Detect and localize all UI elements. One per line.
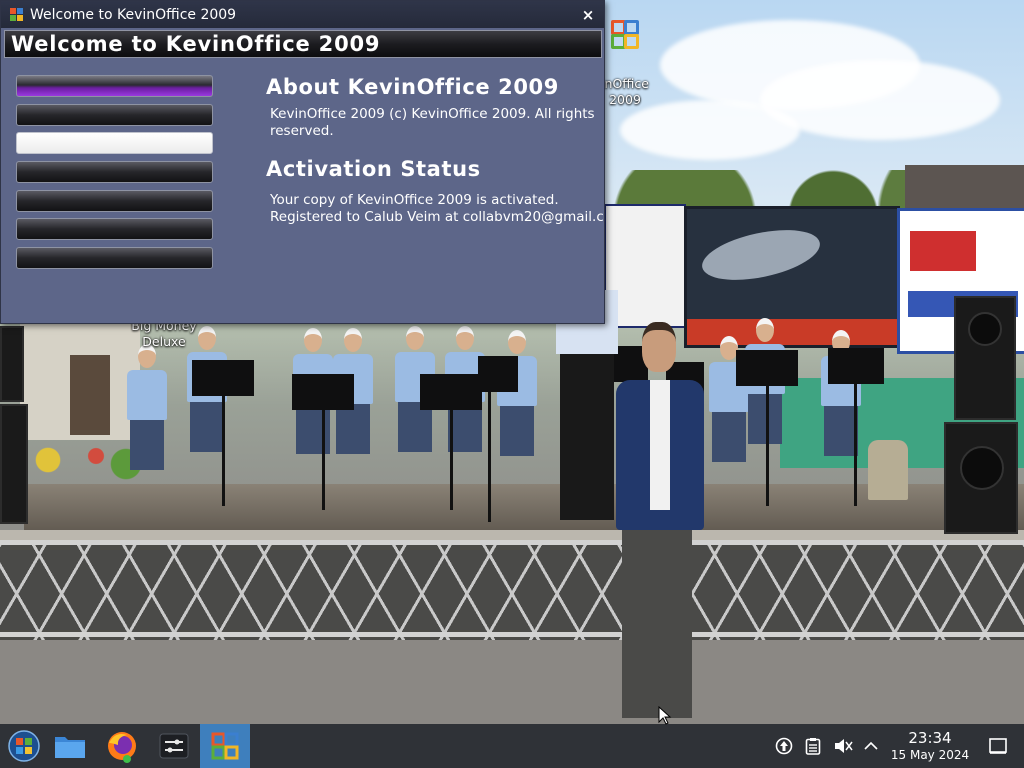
- music-stand: [192, 360, 254, 396]
- taskbar-firefox[interactable]: [98, 724, 146, 768]
- musician: [494, 330, 540, 456]
- nav-button-5[interactable]: [16, 190, 213, 212]
- close-button[interactable]: ×: [576, 6, 600, 24]
- billboard: [684, 206, 900, 348]
- music-stand: [420, 374, 482, 410]
- music-stand: [828, 348, 884, 384]
- tray-clipboard[interactable]: [802, 724, 824, 768]
- music-stand-pole: [854, 384, 857, 506]
- music-stand-pole: [222, 396, 225, 506]
- music-stand-pole: [766, 386, 769, 506]
- firefox-icon: [108, 732, 136, 763]
- nav-button-2[interactable]: [16, 104, 213, 126]
- music-stand: [292, 374, 354, 410]
- music-stand-pole: [488, 392, 491, 522]
- volume-muted-icon: [835, 739, 853, 753]
- activation-heading: Activation Status: [266, 157, 481, 181]
- truss-bar: [0, 632, 1024, 637]
- start-orb-icon: [8, 730, 40, 762]
- taskbar-kevinoffice[interactable]: [200, 724, 250, 768]
- nav-button-7[interactable]: [16, 247, 213, 269]
- nav-button-4[interactable]: [16, 161, 213, 183]
- chevron-up-icon: [864, 741, 878, 750]
- standing-man: [556, 290, 618, 520]
- stage-truss: [0, 540, 1024, 640]
- nav-button-1[interactable]: [16, 75, 213, 97]
- registration-text: Registered to Calub Veim at collabvm20@g…: [270, 209, 603, 225]
- truss-bar: [0, 540, 1024, 545]
- taskbar-file-manager[interactable]: [46, 724, 94, 768]
- welcome-banner: Welcome to KevinOffice 2009: [4, 30, 602, 58]
- show-desktop-icon: [989, 738, 1007, 754]
- seated-man: [868, 440, 908, 500]
- folder-icon: [55, 737, 85, 758]
- activation-status-text: Your copy of KevinOffice 2009 is activat…: [270, 192, 559, 208]
- window-titlebar[interactable]: Welcome to KevinOffice 2009 ×: [1, 1, 604, 28]
- about-text-line2: reserved.: [270, 123, 334, 139]
- music-stand-pole: [322, 410, 325, 510]
- house-roof: [905, 165, 1024, 210]
- update-icon: [775, 737, 793, 755]
- office-icon: [10, 7, 24, 22]
- tray-expand[interactable]: [860, 724, 882, 768]
- speaker: [0, 404, 28, 524]
- window-title: Welcome to KevinOffice 2009: [30, 6, 237, 23]
- clock-time: 23:34: [908, 729, 952, 747]
- about-heading: About KevinOffice 2009: [266, 75, 559, 99]
- cloud: [620, 100, 800, 160]
- show-desktop-button[interactable]: [984, 724, 1012, 768]
- taskbar-settings[interactable]: [150, 724, 198, 768]
- tray-updates[interactable]: [772, 724, 796, 768]
- taskbar-clock[interactable]: 23:34 15 May 2024: [884, 724, 976, 768]
- speaker: [0, 326, 24, 402]
- clock-date: 15 May 2024: [890, 748, 970, 762]
- welcome-dialog: Welcome to KevinOffice 2009 × Welcome to…: [0, 0, 605, 324]
- music-stand: [736, 350, 798, 386]
- start-button[interactable]: [0, 724, 48, 768]
- musician: [124, 344, 170, 470]
- singer: [612, 322, 708, 724]
- music-stand-pole: [450, 410, 453, 510]
- building: [20, 320, 140, 440]
- office-icon: [607, 18, 643, 54]
- stage-edge: [0, 530, 1024, 540]
- nav-button-6[interactable]: [16, 218, 213, 240]
- speaker: [944, 422, 1018, 534]
- taskbar: [0, 724, 1024, 768]
- clipboard-icon: [805, 738, 821, 755]
- mouse-cursor-icon: [658, 706, 672, 725]
- about-text-line1: KevinOffice 2009 (c) KevinOffice 2009. A…: [270, 106, 595, 122]
- office-icon: [211, 732, 239, 760]
- pavement: [0, 640, 1024, 724]
- desktop-icon-label: Deluxe: [142, 334, 186, 349]
- music-stand: [478, 356, 518, 392]
- speaker: [954, 296, 1016, 420]
- sliders-icon: [159, 733, 189, 759]
- tray-volume[interactable]: [830, 724, 856, 768]
- nav-button-3[interactable]: [16, 132, 213, 154]
